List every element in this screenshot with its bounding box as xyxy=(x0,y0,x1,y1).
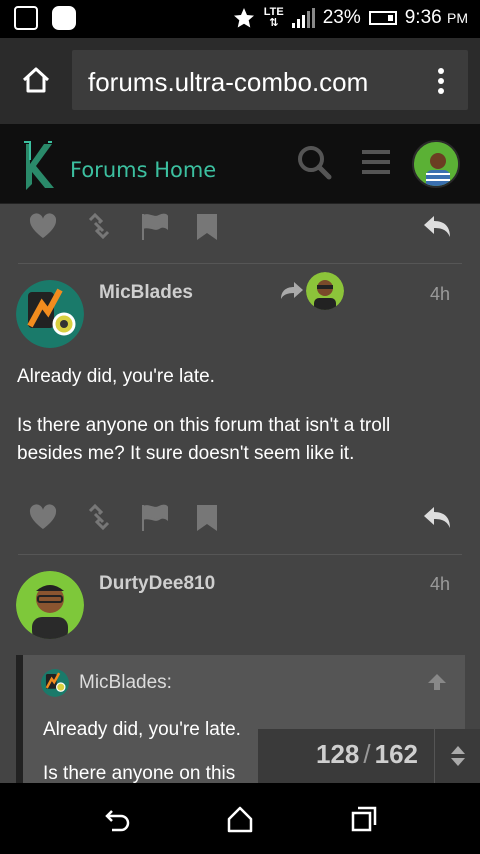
post-actions xyxy=(0,495,480,539)
sort-updown-icon xyxy=(451,746,465,766)
quote-line: Already did, you're late. xyxy=(43,719,241,740)
progress-counter: 128/162 xyxy=(258,729,434,783)
flag-icon[interactable] xyxy=(140,503,170,531)
browser-menu-icon[interactable] xyxy=(438,68,444,94)
system-nav-bar xyxy=(0,783,480,854)
post-paragraph: Already did, you're late. xyxy=(17,366,215,387)
post-divider xyxy=(18,263,462,264)
site-logo[interactable] xyxy=(18,140,66,192)
quote-avatar xyxy=(41,669,69,697)
arrow-up-icon[interactable] xyxy=(427,673,447,691)
url-bar[interactable]: forums.ultra-combo.com xyxy=(72,50,468,110)
clock: 9:36 PM xyxy=(404,7,468,28)
reply-icon[interactable] xyxy=(422,503,452,531)
chat-notification-icon xyxy=(52,6,76,30)
reply-icon[interactable] xyxy=(422,212,452,240)
status-bar: LTE ⇅ 23% 9:36 PM xyxy=(0,0,480,38)
notification-app-icon xyxy=(14,6,38,30)
post-username[interactable]: DurtyDee810 xyxy=(99,573,215,595)
post-time: 4h xyxy=(429,284,450,304)
bookmark-icon[interactable] xyxy=(192,503,222,531)
home-icon[interactable] xyxy=(226,805,254,833)
progress-total: 162 xyxy=(374,739,418,769)
star-icon xyxy=(233,8,254,28)
like-icon[interactable] xyxy=(28,212,58,240)
site-header: Forums Home xyxy=(0,124,480,204)
like-icon[interactable] xyxy=(28,503,58,531)
reply-to-icon xyxy=(281,282,303,299)
link-icon[interactable] xyxy=(84,503,114,531)
reply-to-avatar[interactable] xyxy=(306,272,344,310)
progress-separator: / xyxy=(363,739,371,769)
network-type: LTE ⇅ xyxy=(263,6,284,29)
flag-icon[interactable] xyxy=(140,212,170,240)
browser-home-icon[interactable] xyxy=(20,64,52,96)
progress-current: 128 xyxy=(315,739,360,769)
avatar[interactable] xyxy=(16,280,84,348)
user-avatar[interactable] xyxy=(412,140,460,188)
avatar[interactable] xyxy=(16,571,84,639)
quote-author: MicBlades: xyxy=(79,672,172,693)
back-icon[interactable] xyxy=(104,805,132,833)
post-username[interactable]: MicBlades xyxy=(99,282,193,304)
quote-header[interactable]: MicBlades: xyxy=(41,669,172,697)
post-divider xyxy=(18,554,462,555)
signal-icon xyxy=(291,8,315,28)
bookmark-icon[interactable] xyxy=(192,212,222,240)
post-actions xyxy=(0,204,480,248)
topic-progress[interactable]: 128/162 xyxy=(258,729,480,783)
post-stream: MicBlades 4h Already did, you're late. I… xyxy=(0,204,480,783)
recent-apps-icon[interactable] xyxy=(350,805,378,833)
battery-icon xyxy=(368,11,397,25)
post-time: 4h xyxy=(429,574,450,594)
browser-toolbar: forums.ultra-combo.com xyxy=(0,38,480,124)
hamburger-menu-icon[interactable] xyxy=(358,144,394,180)
post-paragraph: Is there anyone on this forum that isn't… xyxy=(17,415,391,464)
link-icon[interactable] xyxy=(84,212,114,240)
quote-line: Is there anyone on this xyxy=(43,763,236,783)
search-icon[interactable] xyxy=(296,144,332,180)
battery-percent: 23% xyxy=(322,7,361,28)
progress-expand-button[interactable] xyxy=(434,729,480,783)
forums-home-link[interactable]: Forums Home xyxy=(70,158,216,182)
url-text[interactable]: forums.ultra-combo.com xyxy=(88,67,368,98)
